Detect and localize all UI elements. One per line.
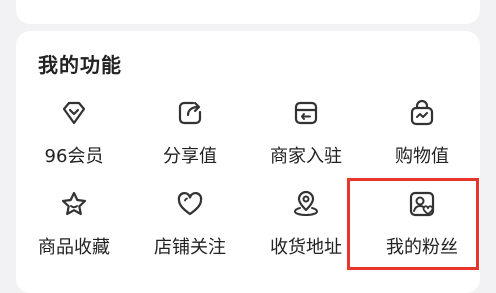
function-label: 商家入驻 xyxy=(270,146,342,167)
function-label: 店铺关注 xyxy=(154,237,226,258)
top-card xyxy=(16,0,480,24)
store-icon xyxy=(294,101,318,125)
user-heart-icon xyxy=(409,191,435,217)
function-label: 我的粉丝 xyxy=(386,237,458,258)
function-label: 商品收藏 xyxy=(38,237,110,258)
function-item-product-favorites[interactable]: 商品收藏 xyxy=(16,189,132,259)
function-item-my-fans[interactable]: 我的粉丝 xyxy=(364,189,480,259)
function-item-share-value[interactable]: 分享值 xyxy=(132,98,248,168)
shopping-bag-icon xyxy=(410,99,434,126)
function-item-shopping-value[interactable]: 购物值 xyxy=(364,98,480,168)
diamond-icon xyxy=(62,101,86,125)
function-label: 分享值 xyxy=(163,146,217,167)
my-functions-card: 我的功能 96会员 分享值 商家入驻 购物值 商品收藏 店铺关注 收货地址 我的… xyxy=(16,31,480,293)
function-item-shipping-address[interactable]: 收货地址 xyxy=(248,189,364,259)
function-item-vip[interactable]: 96会员 xyxy=(16,98,132,168)
section-title: 我的功能 xyxy=(38,53,122,77)
function-label: 96会员 xyxy=(44,146,104,167)
function-item-merchant-join[interactable]: 商家入驻 xyxy=(248,98,364,168)
function-label: 购物值 xyxy=(395,146,449,167)
share-icon xyxy=(178,101,202,125)
location-pin-icon xyxy=(293,190,319,217)
function-item-store-follow[interactable]: 店铺关注 xyxy=(132,189,248,259)
heart-icon xyxy=(177,192,203,216)
star-icon xyxy=(61,191,87,216)
function-label: 收货地址 xyxy=(270,237,342,258)
